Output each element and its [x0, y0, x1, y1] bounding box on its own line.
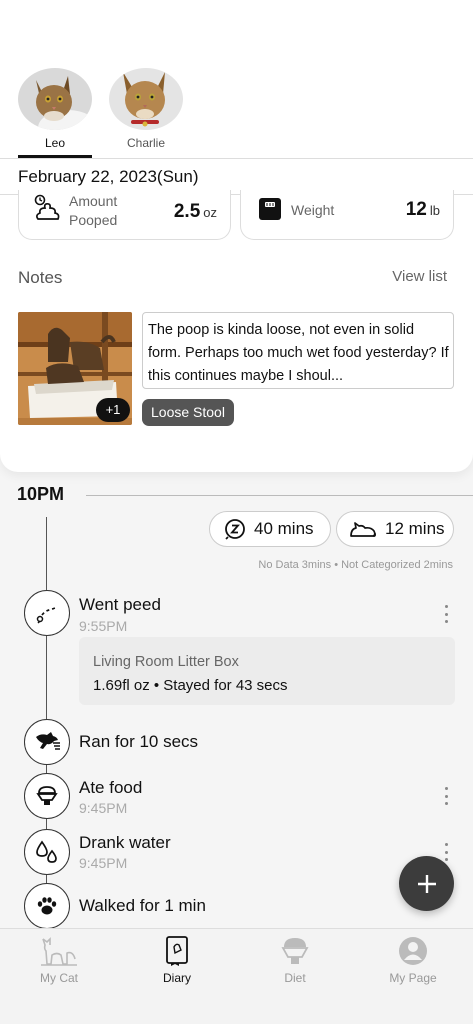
cat-name-charlie: Charlie — [126, 136, 165, 150]
add-entry-button[interactable] — [399, 856, 454, 911]
lying-cat-icon — [350, 522, 376, 537]
weight-label: Weight — [291, 202, 335, 218]
notes-title: Notes — [18, 268, 63, 287]
poop-icon — [33, 194, 61, 227]
weight-value-number: 12 — [405, 199, 427, 220]
nav-item-diet[interactable]: Diet — [236, 935, 354, 985]
more-photos-badge: +1 — [96, 398, 130, 422]
weight-card[interactable]: Weight 12 lb — [240, 190, 454, 240]
cat-tab-leo[interactable]: Leo — [18, 68, 92, 150]
event-title[interactable]: Walked for 1 min — [79, 896, 206, 916]
paw-icon — [24, 883, 70, 929]
food-bowl-icon — [24, 773, 70, 819]
daily-summary-card: Leo Charlie February 22, 2023(Sun) Amoun… — [0, 0, 473, 472]
hour-label: 10PM — [17, 484, 65, 504]
poop-value-number: 2.5 — [173, 201, 201, 222]
event-title[interactable]: Went peed — [79, 595, 161, 615]
weight-value: 12 lb — [406, 199, 440, 221]
cat-icon — [41, 937, 77, 966]
tabs-divider — [0, 158, 473, 159]
note-text[interactable]: The poop is kinda loose, not even in sol… — [142, 312, 454, 389]
plus-icon — [417, 874, 436, 893]
sleep-icon — [225, 519, 245, 540]
event-time: 9:45PM — [79, 800, 128, 816]
duration-legend: No Data 3mins • Not Categorized 2mins — [258, 559, 453, 571]
running-cat-icon — [24, 719, 70, 765]
diary-date[interactable]: February 22, 2023(Sun) — [18, 167, 199, 187]
weight-unit: lb — [429, 203, 440, 218]
cat-tab-charlie[interactable]: Charlie — [109, 68, 183, 150]
event-title[interactable]: Ate food — [79, 778, 142, 798]
poop-label-line1: Amount — [69, 193, 118, 209]
outing-duration-pill[interactable]: 12 mins — [336, 511, 454, 547]
event-more-icon[interactable] — [443, 605, 449, 623]
litter-box-location: Living Room Litter Box — [93, 654, 239, 670]
cat-avatar-charlie — [109, 68, 183, 130]
pee-trail-icon — [24, 590, 70, 636]
profile-icon — [399, 937, 427, 965]
cat-avatar-leo — [18, 68, 92, 130]
nav-item-my-cat[interactable]: My Cat — [0, 935, 118, 985]
view-list-link[interactable]: View list — [392, 268, 447, 285]
diary-icon — [166, 936, 188, 966]
event-title[interactable]: Drank water — [79, 833, 171, 853]
cat-name-leo: Leo — [44, 136, 66, 150]
diet-bowl-icon — [281, 938, 309, 964]
bottom-navigation: My Cat Diary Diet My Page — [0, 928, 473, 1024]
nav-label: Diet — [284, 971, 306, 985]
nav-label: My Cat — [39, 971, 78, 985]
sleep-duration-pill[interactable]: 40 mins — [209, 511, 331, 547]
sleep-duration-text: 40 mins — [254, 519, 314, 538]
note-tag: Loose Stool — [142, 399, 234, 426]
event-detail-box: Living Room Litter Box 1.69fl oz • Staye… — [79, 637, 455, 705]
water-drops-icon — [24, 829, 70, 875]
poop-value: 2.5 oz — [174, 201, 217, 223]
event-more-icon[interactable] — [443, 787, 449, 805]
poop-amount-card[interactable]: Amount Pooped 2.5 oz — [18, 190, 231, 240]
poop-label-line2: Pooped — [69, 212, 118, 228]
outing-duration-text: 12 mins — [385, 519, 445, 538]
nav-label: My Page — [389, 971, 437, 985]
hour-divider — [86, 495, 473, 496]
event-more-icon[interactable] — [443, 843, 449, 861]
event-title[interactable]: Ran for 10 secs — [79, 732, 198, 752]
nav-label: Diary — [162, 971, 191, 985]
scale-icon — [259, 198, 281, 225]
nav-item-diary[interactable]: Diary — [118, 935, 236, 985]
nav-item-my-page[interactable]: My Page — [354, 935, 472, 985]
event-time: 9:45PM — [79, 855, 128, 871]
pee-detail-info: 1.69fl oz • Stayed for 43 secs — [93, 677, 288, 694]
poop-unit: oz — [203, 205, 217, 220]
event-time: 9:55PM — [79, 618, 128, 634]
